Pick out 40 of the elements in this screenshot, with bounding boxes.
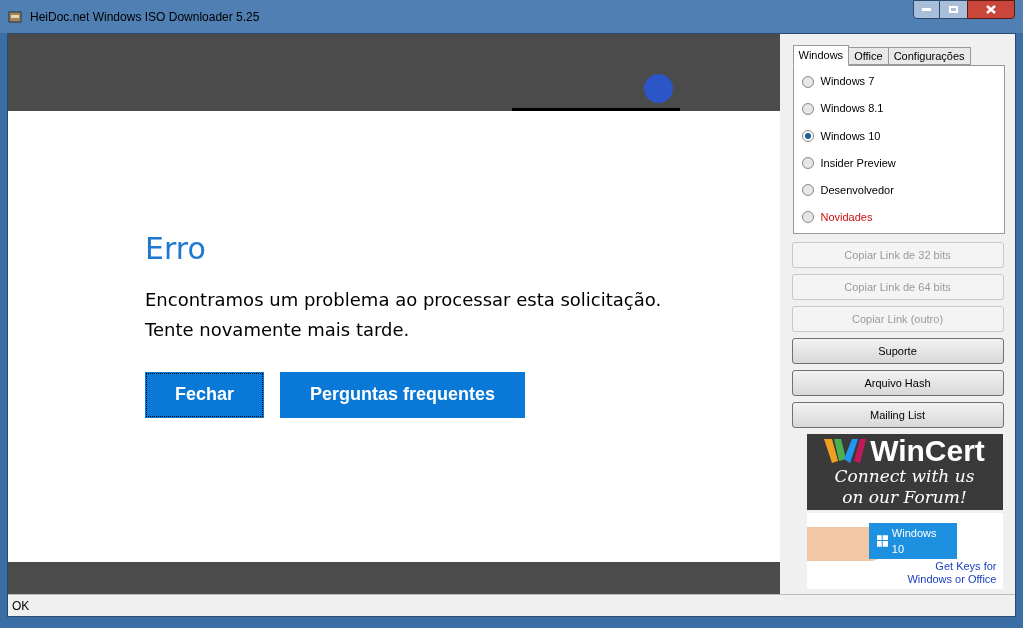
close-button[interactable]: [967, 0, 1015, 19]
app-icon: [8, 9, 22, 24]
banner-title: WinCert: [870, 435, 985, 466]
banner-text: on our Forum!: [842, 487, 967, 509]
close-icon: [986, 5, 996, 14]
error-message: Tente novamente mais tarde.: [145, 317, 411, 342]
radio-option[interactable]: Windows 8.1: [801, 100, 1004, 117]
banner-text: Windows or Office: [907, 573, 997, 587]
radio-option[interactable]: Desenvolvedor: [801, 181, 1004, 199]
minimize-button[interactable]: [913, 0, 940, 19]
action-button[interactable]: Arquivo Hash: [791, 370, 1004, 396]
radio-button[interactable]: [801, 102, 814, 115]
error-heading: Erro: [145, 229, 207, 268]
radio-option[interactable]: Novidades: [801, 209, 1004, 226]
tab[interactable]: Windows: [792, 45, 850, 66]
radio-button[interactable]: [801, 157, 814, 170]
keys-banner[interactable]: Windows 10 Get Keys for Windows or Office: [806, 513, 1003, 589]
banner-text: Get Keys for: [935, 559, 997, 574]
error-message: Encontramos um problema ao processar esta solicitação.: [145, 287, 663, 312]
radio-option[interactable]: Insider Preview: [801, 154, 1004, 172]
window-title: HeiDoc.net Windows ISO Downloader 5.25: [30, 8, 260, 26]
status-text: OK: [12, 597, 30, 615]
tab[interactable]: Configurações: [887, 47, 971, 65]
action-button[interactable]: Suporte: [791, 338, 1004, 364]
tab[interactable]: Office: [848, 47, 889, 65]
card-text: Windows 10: [891, 525, 938, 557]
forum-banner[interactable]: WinCert Connect with us on our Forum!: [806, 434, 1003, 510]
page-button[interactable]: Perguntas frequentes: [280, 371, 526, 418]
radio-button[interactable]: [801, 184, 814, 197]
windows-logo-icon: [876, 535, 888, 547]
radio-button[interactable]: [801, 211, 814, 224]
logo-icon: [824, 436, 867, 465]
banner-text: Connect with us: [834, 465, 975, 487]
radio-button[interactable]: [801, 75, 814, 88]
action-button[interactable]: Mailing List: [791, 402, 1004, 428]
radio-button[interactable]: [801, 129, 814, 142]
radio-option[interactable]: Windows 10: [801, 127, 1004, 145]
page-button[interactable]: Fechar: [145, 371, 265, 418]
radio-option[interactable]: Windows 7: [801, 73, 1004, 90]
maximize-button[interactable]: [940, 0, 967, 19]
